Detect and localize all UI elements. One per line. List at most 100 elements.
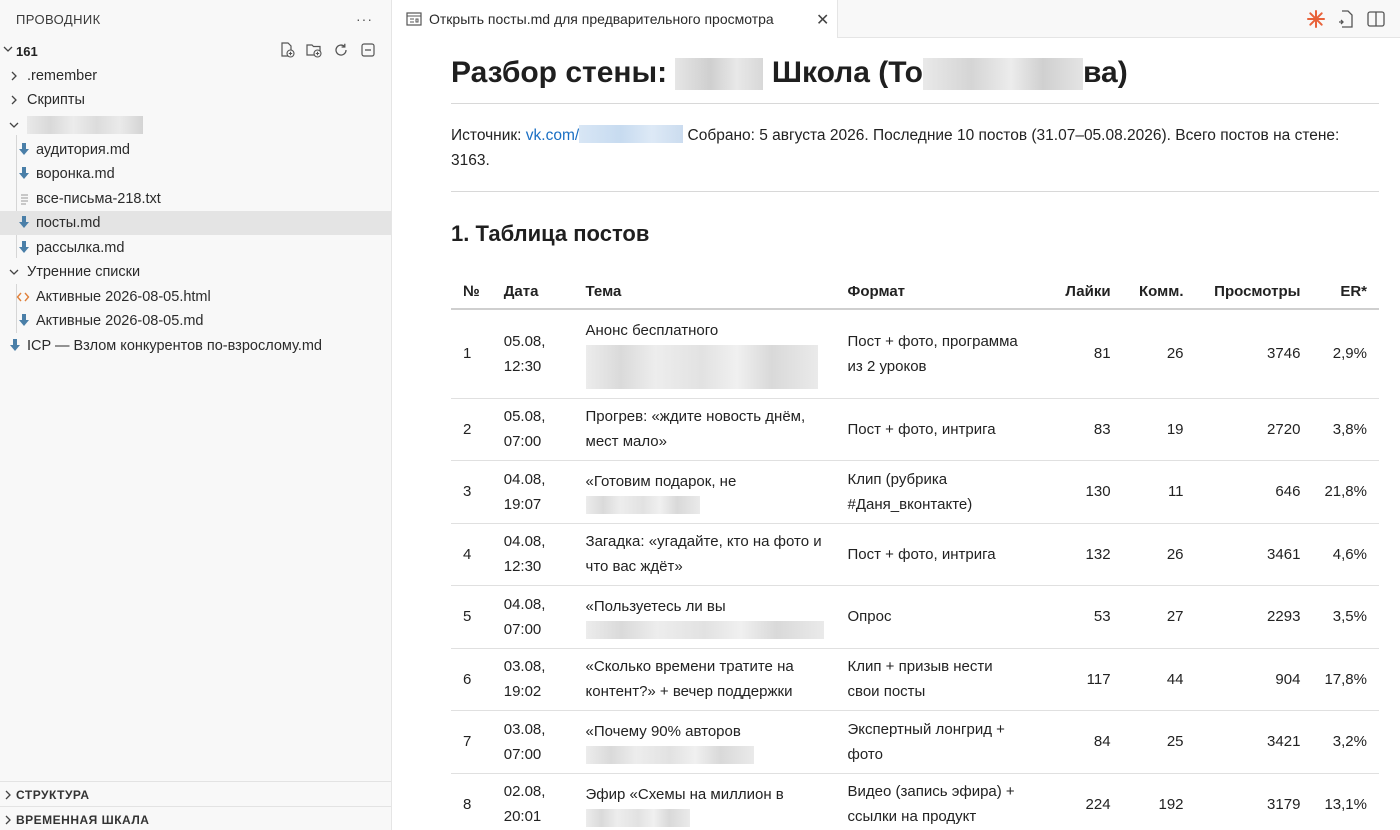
workspace-root[interactable]: 161 <box>0 40 391 62</box>
redacted-title-segment <box>675 58 764 91</box>
table-header-row: № Дата Тема Формат Лайки Комм. Просмотры… <box>451 275 1379 310</box>
tree-item-scripts[interactable]: Скрипты <box>0 88 391 112</box>
explorer-title: ПРОВОДНИК <box>16 11 101 27</box>
new-folder-icon[interactable] <box>305 41 323 59</box>
tree-item-label: аудитория.md <box>36 142 130 158</box>
tree-item-posty[interactable]: посты.md <box>0 211 391 235</box>
tree-item-remember[interactable]: .remember <box>0 64 391 88</box>
text-file-icon <box>21 194 28 205</box>
cell-er: 3,2% <box>1312 710 1379 774</box>
cell-number: 1 <box>451 309 492 399</box>
workspace-root-label: 161 <box>16 44 38 59</box>
cell-number: 4 <box>451 523 492 586</box>
cell-er: 2,9% <box>1312 309 1379 399</box>
cell-er: 21,8% <box>1312 460 1379 524</box>
tree-item-active-html[interactable]: Активные 2026-08-05.html <box>0 285 391 309</box>
topic-text: «Почему 90% авторов <box>585 723 741 740</box>
cell-likes: 81 <box>1036 309 1123 399</box>
tree-item-morning-lists[interactable]: Утренние списки <box>0 260 391 284</box>
table-row: 2 05.08, 07:00 Прогрев: «ждите новость дн… <box>451 398 1379 461</box>
cell-number: 8 <box>451 773 492 830</box>
cell-comments: 11 <box>1122 460 1196 524</box>
cell-comments: 26 <box>1122 523 1196 586</box>
posts-table: № Дата Тема Формат Лайки Комм. Просмотры… <box>451 275 1379 830</box>
cell-topic: Эфир «Схемы на миллион в <box>573 773 836 830</box>
column-header: № <box>451 275 492 310</box>
tree-item-vse-pisma[interactable]: все-письма-218.txt <box>0 187 391 211</box>
cell-likes: 83 <box>1036 398 1123 461</box>
date-day: 04.08, <box>503 470 546 488</box>
cell-date: 04.08, 12:30 <box>491 523 574 586</box>
new-file-icon[interactable] <box>278 41 296 59</box>
open-source-icon[interactable] <box>1336 9 1356 29</box>
cell-format: Клип (рубрика #Даня_вконтакте) <box>835 460 1037 524</box>
tree-item-label: Утренние списки <box>27 264 141 280</box>
date-day: 05.08, <box>503 332 546 350</box>
cell-format: Экспертный лонгрид + фото <box>835 710 1037 774</box>
cell-topic: «Готовим подарок, не <box>573 460 836 524</box>
markdown-download-icon <box>19 241 29 253</box>
redacted-text <box>585 808 690 827</box>
table-row: 7 03.08, 07:00 «Почему 90% авторов Экспер… <box>451 710 1379 774</box>
cell-views: 646 <box>1195 460 1313 524</box>
tree-item-label: воронка.md <box>36 166 115 182</box>
outline-section-label: СТРУКТУРА <box>16 788 90 802</box>
split-editor-icon[interactable] <box>1366 9 1386 29</box>
chevron-right-icon <box>11 71 17 81</box>
table-row: 4 04.08, 12:30 Загадка: «угадайте, кто на… <box>451 523 1379 586</box>
explorer-header: ПРОВОДНИК ··· <box>0 0 391 38</box>
cell-comments: 26 <box>1122 309 1196 399</box>
date-day: 02.08, <box>503 783 546 800</box>
close-tab-icon[interactable]: ✕ <box>816 10 829 30</box>
cell-number: 3 <box>451 460 492 524</box>
cell-comments: 19 <box>1122 398 1196 461</box>
tree-item-rassylka[interactable]: рассылка.md <box>0 236 391 260</box>
section-heading: 1. Таблица постов <box>451 221 650 246</box>
cell-date: 03.08, 07:00 <box>491 710 574 774</box>
tree-item-label: Скрипты <box>27 92 85 108</box>
tree-item-label: .remember <box>27 68 98 84</box>
tree-item-label: все-письма-218.txt <box>36 191 161 207</box>
date-time: 19:02 <box>503 683 542 700</box>
redacted-folder-name <box>27 116 143 134</box>
column-header: Комм. <box>1122 275 1196 310</box>
tree-item-voronka[interactable]: воронка.md <box>0 162 391 186</box>
outline-section[interactable]: СТРУКТУРА <box>0 781 391 805</box>
redacted-text <box>585 345 818 390</box>
date-time: 19:07 <box>503 495 542 513</box>
editor-actions <box>1306 9 1386 29</box>
redacted-text <box>585 496 700 514</box>
collapse-all-icon[interactable] <box>359 41 377 59</box>
cell-date: 05.08, 12:30 <box>491 309 574 399</box>
source-prefix: Источник: <box>451 127 522 144</box>
cell-likes: 224 <box>1036 773 1123 830</box>
cell-likes: 132 <box>1036 523 1123 586</box>
tree-item-icp[interactable]: ICP — Взлом конкурентов по-взрослому.md <box>0 334 391 358</box>
cell-er: 3,5% <box>1312 585 1379 649</box>
cell-number: 6 <box>451 648 492 711</box>
date-time: 07:00 <box>503 433 542 450</box>
tree-item-label: посты.md <box>36 215 101 231</box>
cell-views: 2720 <box>1195 398 1313 461</box>
tree-item-active-md[interactable]: Активные 2026-08-05.md <box>0 309 391 333</box>
chevron-right-icon <box>11 95 17 105</box>
more-actions-icon[interactable]: ··· <box>356 11 373 27</box>
tab-preview-posty[interactable]: Открыть посты.md для предварительного пр… <box>393 0 838 38</box>
table-row: 8 02.08, 20:01 Эфир «Схемы на миллион в В… <box>451 773 1379 830</box>
cell-views: 3461 <box>1195 523 1313 586</box>
table-row: 3 04.08, 19:07 «Готовим подарок, не Клип … <box>451 460 1379 524</box>
title-part-1: Разбор стены: <box>451 56 668 89</box>
section-divider <box>451 191 1379 192</box>
cell-topic: «Сколько времени тратите на контент?» + … <box>573 648 836 711</box>
tree-item-redacted-folder[interactable] <box>0 113 391 137</box>
cell-er: 17,8% <box>1312 648 1379 711</box>
cell-views: 904 <box>1195 648 1313 711</box>
source-link[interactable]: vk.com/ <box>526 127 579 144</box>
claude-sparkle-icon[interactable] <box>1306 9 1326 29</box>
refresh-icon[interactable] <box>332 41 350 59</box>
tree-item-auditoriya[interactable]: аудитория.md <box>0 138 391 162</box>
cell-format: Пост + фото, интрига <box>835 523 1037 586</box>
timeline-section[interactable]: ВРЕМЕННАЯ ШКАЛА <box>0 806 391 830</box>
redacted-link-segment <box>579 125 684 143</box>
tree-item-label: Активные 2026-08-05.html <box>36 289 211 305</box>
